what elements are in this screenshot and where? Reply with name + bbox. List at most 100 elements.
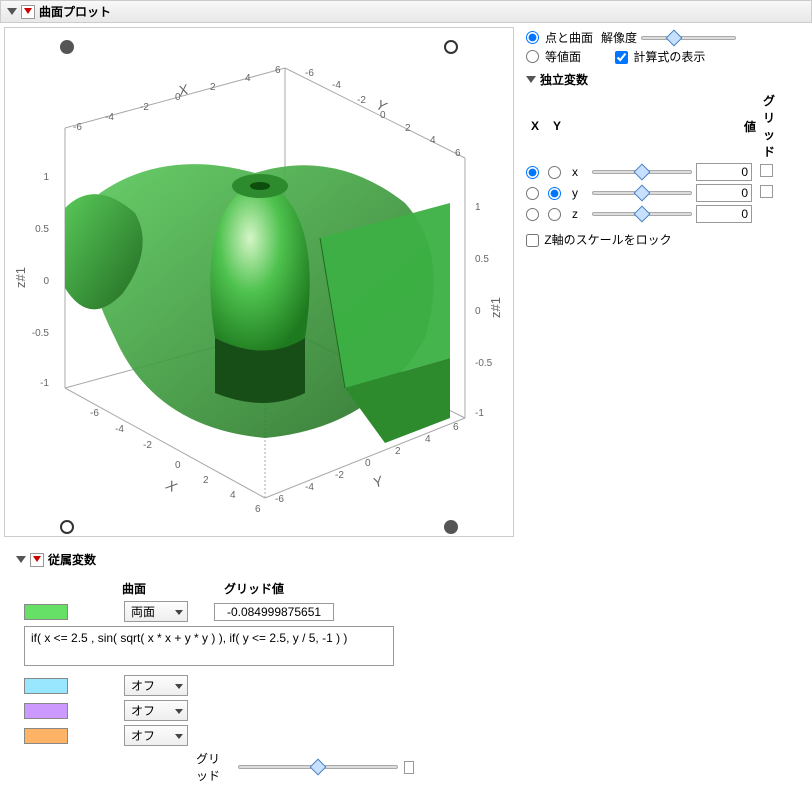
surface-select[interactable]: 両面 [124, 601, 188, 622]
independent-vars-title: 独立変数 [540, 71, 588, 88]
surface-select[interactable]: オフ [124, 700, 188, 721]
svg-text:-1: -1 [475, 408, 484, 419]
formula-display[interactable] [24, 626, 394, 666]
grid-density-check[interactable] [404, 761, 414, 774]
surface-plot-canvas[interactable]: 1 0.5 0 -0.5 -1 1 0.5 0 -0.5 -1 z#1 z#1 … [4, 27, 514, 537]
hdr-surface: 曲面 [84, 580, 184, 597]
rotate-handle[interactable] [60, 520, 74, 534]
var-x-slider[interactable] [592, 165, 692, 179]
resolution-slider[interactable] [641, 31, 736, 45]
svg-text:4: 4 [245, 73, 251, 84]
color-swatch[interactable] [24, 703, 68, 719]
chevron-down-icon[interactable] [526, 76, 536, 83]
svg-text:-6: -6 [73, 122, 82, 133]
y-axis-y-radio[interactable] [548, 187, 561, 200]
x-axis-y-radio[interactable] [526, 187, 539, 200]
dependent-vars-title: 従属変数 [48, 551, 96, 568]
svg-text:-2: -2 [140, 102, 149, 113]
var-x-grid-check[interactable] [760, 164, 773, 177]
svg-text:6: 6 [453, 422, 459, 433]
svg-text:z#1: z#1 [13, 267, 28, 288]
svg-text:-4: -4 [115, 424, 124, 435]
var-z-value[interactable] [696, 205, 752, 223]
svg-text:0: 0 [365, 458, 371, 469]
surface-3d-svg: 1 0.5 0 -0.5 -1 1 0.5 0 -0.5 -1 z#1 z#1 … [5, 28, 515, 538]
x-axis-z-radio[interactable] [526, 208, 539, 221]
dependent-vars-panel: 曲面 グリッド値 両面 オフ オフ オフ グリッド [24, 580, 414, 784]
var-y-value[interactable] [696, 184, 752, 202]
svg-text:2: 2 [203, 475, 209, 486]
svg-text:0.5: 0.5 [35, 224, 49, 235]
svg-text:6: 6 [275, 65, 281, 76]
svg-text:-6: -6 [90, 408, 99, 419]
hdr-grid: グリッド [760, 92, 778, 160]
show-formula-label: 計算式の表示 [633, 50, 705, 64]
dep-row: オフ [24, 675, 414, 696]
dep-row: オフ [24, 725, 414, 746]
independent-vars-header: 独立変数 [526, 71, 804, 88]
chevron-down-icon[interactable] [16, 556, 26, 563]
grid-density-slider[interactable] [238, 760, 398, 774]
mode-points-surface-label: 点と曲面 [545, 29, 593, 46]
svg-text:-6: -6 [275, 494, 284, 505]
hdr-y: Y [548, 119, 566, 133]
svg-text:-2: -2 [357, 95, 366, 106]
color-swatch[interactable] [24, 678, 68, 694]
svg-text:-2: -2 [335, 470, 344, 481]
controls-panel: 点と曲面 解像度 等値面 計算式の表示 独立変数 X Y 値 グリッド [518, 23, 812, 254]
var-y-grid-check[interactable] [760, 185, 773, 198]
dep-row: オフ [24, 700, 414, 721]
gridval-input[interactable] [214, 603, 334, 621]
var-z-label: z [570, 207, 588, 221]
menu-arrow-icon[interactable] [30, 553, 44, 567]
surface-plot-header: 曲面プロット [0, 0, 812, 23]
grid-density-label: グリッド [196, 750, 232, 784]
independent-vars-grid: X Y 値 グリッド x y z [526, 92, 804, 223]
svg-text:-6: -6 [305, 68, 314, 79]
svg-text:-0.5: -0.5 [32, 328, 50, 339]
lock-z-row: Z軸のスケールをロック [526, 231, 804, 248]
lock-z-checkbox[interactable] [526, 234, 539, 247]
color-swatch[interactable] [24, 604, 68, 620]
y-axis-x-radio[interactable] [548, 166, 561, 179]
hdr-value: 値 [696, 118, 756, 135]
rotate-handle[interactable] [60, 40, 74, 54]
svg-text:0.5: 0.5 [475, 254, 489, 265]
svg-text:2: 2 [395, 446, 401, 457]
mode-contour-radio[interactable] [526, 50, 539, 63]
svg-text:2: 2 [405, 123, 411, 134]
svg-text:6: 6 [255, 504, 261, 515]
svg-text:0: 0 [475, 306, 481, 317]
mode-contour-label: 等値面 [545, 48, 581, 65]
svg-text:Y: Y [374, 96, 391, 115]
svg-text:4: 4 [430, 135, 436, 146]
svg-text:2: 2 [210, 82, 216, 93]
x-axis-x-radio[interactable] [526, 166, 539, 179]
svg-text:6: 6 [455, 148, 461, 159]
lock-z-label: Z軸のスケールをロック [544, 233, 671, 247]
svg-text:0: 0 [175, 460, 181, 471]
show-formula-checkbox[interactable] [615, 51, 628, 64]
var-x-value[interactable] [696, 163, 752, 181]
color-swatch[interactable] [24, 728, 68, 744]
var-x-label: x [570, 165, 588, 179]
rotate-handle[interactable] [444, 40, 458, 54]
svg-text:-4: -4 [105, 112, 114, 123]
mode-points-surface-radio[interactable] [526, 31, 539, 44]
dep-row: 両面 [24, 601, 414, 622]
menu-arrow-icon[interactable] [21, 5, 35, 19]
grid-density-row: グリッド [196, 750, 414, 784]
chevron-down-icon[interactable] [7, 8, 17, 15]
svg-text:-4: -4 [305, 482, 314, 493]
var-y-slider[interactable] [592, 186, 692, 200]
surface-select[interactable]: オフ [124, 725, 188, 746]
rotate-handle[interactable] [444, 520, 458, 534]
surface-select[interactable]: オフ [124, 675, 188, 696]
var-z-slider[interactable] [592, 207, 692, 221]
svg-text:z#1: z#1 [488, 297, 503, 318]
svg-text:-0.5: -0.5 [475, 358, 493, 369]
y-axis-z-radio[interactable] [548, 208, 561, 221]
var-y-label: y [570, 186, 588, 200]
surface-plot-title: 曲面プロット [39, 3, 111, 20]
hdr-x: X [526, 119, 544, 133]
